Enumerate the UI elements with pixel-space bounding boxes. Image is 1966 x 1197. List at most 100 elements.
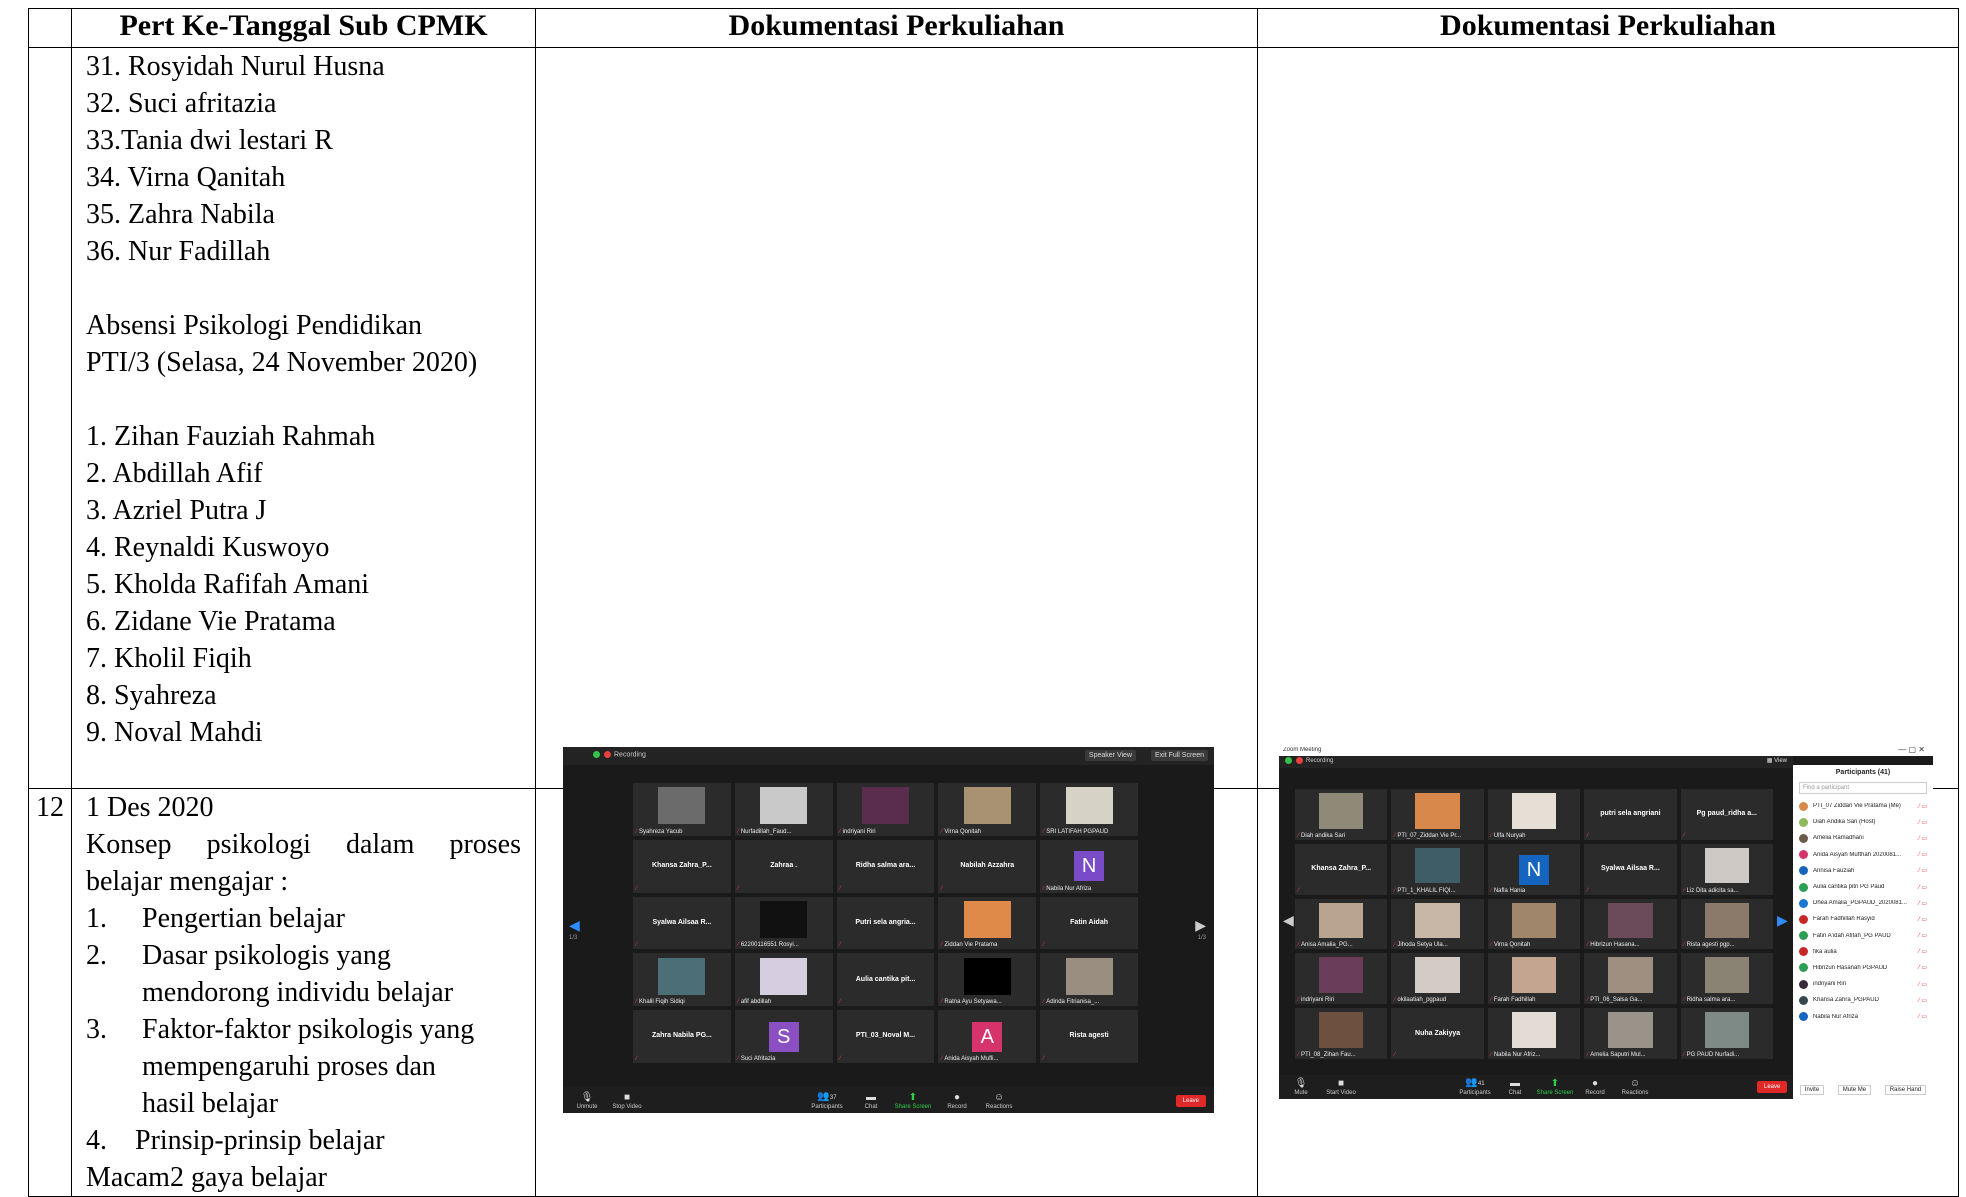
video-tile[interactable]: ⁄ Ratna Ayu Setyawa...: [938, 953, 1037, 1007]
participant-row[interactable]: Diah Andika Sari (Host) ⁄ ▭: [1793, 814, 1933, 830]
video-tile[interactable]: ⁄ Rista agesti pgp...: [1680, 898, 1773, 950]
video-tile[interactable]: Khansa Zahra_P... ⁄: [633, 839, 731, 893]
participant-row[interactable]: fika aulia ⁄ ▭: [1793, 944, 1933, 960]
participant-video: [1415, 902, 1460, 939]
video-tile[interactable]: Zahra Nabila PG... ⁄: [633, 1010, 731, 1063]
video-tile[interactable]: Ridha salma ara... ⁄: [836, 839, 935, 893]
participant-row[interactable]: Farah Fadhillah Rasyid ⁄ ▭: [1793, 911, 1933, 927]
unmute-button[interactable]: 🎙 Unmute: [565, 1092, 609, 1110]
video-tile[interactable]: ⁄ Virna Qonitah: [938, 783, 1037, 836]
video-tile[interactable]: Nabilah Azzahra ⁄: [938, 839, 1037, 893]
participant-row[interactable]: Nabila Nur Afriza ⁄ ▭: [1793, 1008, 1933, 1024]
participant-row[interactable]: Annisa Fauziah ⁄ ▭: [1793, 863, 1933, 879]
participants-button[interactable]: 👥41 Participants: [1453, 1077, 1497, 1096]
video-tile[interactable]: Syalwa Ailsaa R... ⁄: [633, 896, 731, 950]
video-tile[interactable]: S ⁄ Suci Afritazia: [734, 1010, 833, 1063]
participant-name-tag: ⁄: [1587, 888, 1590, 894]
participant-row[interactable]: Khansa Zahra_PGPAUD ⁄ ▭: [1793, 992, 1933, 1008]
invite-button[interactable]: Invite: [1799, 1085, 1825, 1095]
video-tile[interactable]: Fatin Aidah ⁄: [1040, 896, 1138, 950]
video-tile[interactable]: ⁄ Hibrizun Hasana...: [1584, 898, 1677, 950]
participant-row[interactable]: PTI_07 Ziddan Vie Pratama (Me) ⁄ ▭: [1793, 798, 1933, 814]
share-screen-button[interactable]: ⬆ Share Screen: [891, 1092, 935, 1110]
next-page-icon[interactable]: ▶: [1777, 912, 1788, 929]
raise-hand-button[interactable]: Raise Hand: [1884, 1085, 1927, 1095]
chat-button[interactable]: ▬ Chat: [1493, 1078, 1537, 1096]
find-participant-input[interactable]: Find a participant: [1799, 782, 1927, 794]
video-tile[interactable]: ⁄ Khalil Fiqih Sidiqi: [633, 953, 731, 1007]
video-tile[interactable]: ⁄ Anisa Amalia_PG...: [1295, 898, 1388, 950]
video-tile[interactable]: Putri sela angria... ⁄: [836, 896, 935, 950]
record-button[interactable]: ● Record: [935, 1092, 979, 1110]
mic-muted-icon: ⁄: [1394, 942, 1396, 949]
video-tile[interactable]: Pg paud_ridha a... ⁄: [1680, 789, 1773, 840]
reactions-button[interactable]: ☺ Reactions: [1613, 1078, 1657, 1096]
next-page-icon[interactable]: ▶: [1195, 917, 1206, 934]
leave-button[interactable]: Leave: [1175, 1095, 1206, 1107]
participant-name-tag: ⁄ 62200116551 Rosyi...: [738, 942, 799, 948]
video-tile[interactable]: ⁄ PTI_06_Salsa Ga...: [1584, 953, 1677, 1005]
mute-button[interactable]: 🎙 Mute: [1279, 1078, 1323, 1096]
video-tile[interactable]: Nuha Zakiyya ⁄: [1391, 1008, 1484, 1059]
video-tile[interactable]: ⁄ Nabila Nur Afriz...: [1487, 1008, 1581, 1059]
participant-row[interactable]: Anida Aisyah Mufthah 2020081... ⁄ ▭: [1793, 847, 1933, 863]
video-tile[interactable]: Rista agesti ⁄: [1040, 1010, 1138, 1063]
video-tile[interactable]: ⁄ Ziddan Vie Pratama: [938, 896, 1037, 950]
video-tile[interactable]: N ⁄ Nabila Nur Afriza: [1040, 839, 1138, 893]
participant-row[interactable]: indriyani Riri ⁄ ▭: [1793, 976, 1933, 992]
video-tile[interactable]: Khansa Zahra_P... ⁄: [1295, 843, 1388, 895]
video-tile[interactable]: ⁄ PTI_08_Zihan Fau...: [1295, 1008, 1388, 1059]
chat-button[interactable]: ▬ Chat: [849, 1092, 893, 1110]
list-item: 5. Kholda Rafifah Amani: [86, 569, 370, 600]
participant-row[interactable]: Fatin A'idah Afifah_PG PAUD ⁄ ▭: [1793, 928, 1933, 944]
prev-page-icon[interactable]: ◀: [569, 917, 580, 934]
video-tile[interactable]: Syalwa Ailsaa R... ⁄: [1584, 843, 1677, 895]
window-controls-icon[interactable]: — ▢ ✕: [1898, 747, 1925, 754]
zoom-toolbar: 🎙 Unmute ■ Stop Video 👥37 Participants ▬ Cha…: [563, 1087, 1214, 1113]
video-tile[interactable]: ⁄ PG PAUD Nurfadi...: [1680, 1008, 1773, 1059]
video-tile[interactable]: ⁄ SRI LATIFAH PGPAUD: [1040, 783, 1138, 836]
video-tile[interactable]: ⁄ PTI_07_Ziddan Vie Pr...: [1391, 789, 1484, 840]
video-tile[interactable]: ⁄ Diah andika Sari: [1295, 789, 1388, 840]
video-tile[interactable]: ⁄ 62200116551 Rosyi...: [734, 896, 833, 950]
video-tile[interactable]: ⁄ Nurfadillah_Faud...: [734, 783, 833, 836]
participants-button[interactable]: 👥37 Participants: [805, 1091, 849, 1110]
view-button[interactable]: ▦ View: [1767, 757, 1787, 764]
record-button[interactable]: ● Record: [1573, 1078, 1617, 1096]
video-tile[interactable]: PTI_03_Noval M... ⁄: [836, 1010, 935, 1063]
video-tile[interactable]: ⁄ Virna Qonitah: [1487, 898, 1581, 950]
video-tile[interactable]: ⁄ Adinda Fitrianisa_...: [1040, 953, 1138, 1007]
video-tile[interactable]: ⁄ Amelia Saputri Mul...: [1584, 1008, 1677, 1059]
video-tile[interactable]: ⁄ indriyani Riri: [1295, 953, 1388, 1005]
video-tile[interactable]: ⁄ afif abdillah: [734, 953, 833, 1007]
prev-page-icon[interactable]: ◀: [1283, 912, 1294, 929]
share-screen-button[interactable]: ⬆ Share Screen: [1533, 1078, 1577, 1096]
video-tile[interactable]: ⁄ Liz Dita adicita sa...: [1680, 843, 1773, 895]
participant-row[interactable]: Aulia cantika pitri PG Paud ⁄ ▭: [1793, 879, 1933, 895]
speaker-view-button[interactable]: Speaker View: [1084, 750, 1136, 761]
participant-row[interactable]: Hibrizun Hasanah PGPAUD ⁄ ▭: [1793, 960, 1933, 976]
leave-button[interactable]: Leave: [1757, 1081, 1788, 1093]
participant-video: [1415, 793, 1460, 829]
participant-row[interactable]: Amelia Ramadhani ⁄ ▭: [1793, 830, 1933, 846]
video-tile[interactable]: ⁄ indriyani Riri: [836, 783, 935, 836]
video-tile[interactable]: Zahraa . ⁄: [734, 839, 833, 893]
exit-full-screen-button[interactable]: Exit Full Screen: [1150, 750, 1208, 761]
video-tile[interactable]: ⁄ Syahreza Yacub: [633, 783, 731, 836]
video-tile[interactable]: ⁄ Ulfa Nuryah: [1487, 789, 1581, 840]
video-tile[interactable]: Aulia cantika pit... ⁄: [836, 953, 935, 1007]
video-tile[interactable]: A ⁄ Anida Aisyah Mufli...: [938, 1010, 1037, 1063]
video-tile[interactable]: ⁄ PTI_1_KHALIL FIQI...: [1391, 843, 1484, 895]
video-tile[interactable]: ⁄ Ridha salma ara...: [1680, 953, 1773, 1005]
video-tile[interactable]: putri sela angriani ⁄: [1584, 789, 1677, 840]
stop-video-button[interactable]: ■ Stop Video: [605, 1092, 649, 1110]
participant-row[interactable]: Dhea Amalia_PGPAUD_2020081... ⁄ ▭: [1793, 895, 1933, 911]
item-text-cont: mempengaruhi proses dan: [142, 1051, 436, 1082]
reactions-button[interactable]: ☺ Reactions: [977, 1092, 1021, 1110]
mute-me-button[interactable]: Mute Me: [1837, 1085, 1872, 1095]
video-tile[interactable]: N ⁄ Nafla Hania: [1487, 843, 1581, 895]
video-tile[interactable]: ⁄ Jihoda Setya Ula...: [1391, 898, 1484, 950]
video-tile[interactable]: ⁄ okilaatiah_pgpaud: [1391, 953, 1484, 1005]
video-tile[interactable]: ⁄ Farah Fadhillah: [1487, 953, 1581, 1005]
start-video-button[interactable]: ■ Start Video: [1319, 1078, 1363, 1096]
